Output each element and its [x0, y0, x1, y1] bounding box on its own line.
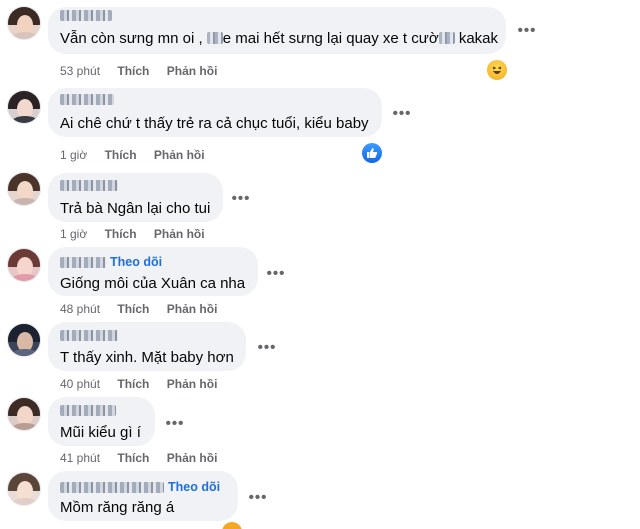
comment-text: T thấy xinh. Mặt baby hơn	[60, 349, 234, 366]
comment-time[interactable]: 48 phút	[60, 302, 100, 316]
comment-time[interactable]: 41 phút	[60, 451, 100, 465]
follow-link[interactable]: Theo dõi	[110, 255, 162, 269]
like-button[interactable]: Thích	[117, 451, 149, 465]
comment-time[interactable]: 1 giờ	[60, 227, 87, 241]
commenter-name[interactable]	[60, 94, 114, 105]
avatar[interactable]	[7, 6, 41, 40]
comment-meta: 1 giờ Thích Phản hồi	[60, 227, 219, 241]
comment-text: Ai chê chứ t thấy trẻ ra cả chục tuổi, k…	[60, 115, 369, 132]
comment-text: Mồm răng răng á	[60, 499, 175, 516]
like-button[interactable]: Thích	[117, 64, 149, 78]
more-options-icon[interactable]: •••	[244, 487, 272, 507]
commenter-name[interactable]	[60, 180, 118, 191]
avatar[interactable]	[7, 323, 41, 357]
avatar[interactable]	[7, 248, 41, 282]
more-options-icon[interactable]: •••	[262, 263, 290, 283]
comment-text: Trả bà Ngân lại cho tui	[60, 200, 211, 217]
avatar[interactable]	[7, 472, 41, 506]
comment-meta: 40 phút Thích Phản hồi	[60, 377, 231, 391]
reply-button[interactable]: Phản hồi	[154, 148, 205, 162]
more-options-icon[interactable]: •••	[227, 188, 255, 208]
comment-text: Vẫn còn sưng mn oi , e mai hết sưng lại …	[60, 30, 499, 47]
comment-meta: 48 phút Thích Phản hồi	[60, 302, 231, 316]
comment-time[interactable]: 40 phút	[60, 377, 100, 391]
reply-button[interactable]: Phản hồi	[167, 302, 218, 316]
commenter-name[interactable]: Theo dõi	[60, 480, 220, 494]
reply-button[interactable]: Phản hồi	[167, 64, 218, 78]
like-button[interactable]: Thích	[117, 302, 149, 316]
comment-meta: 53 phút Thích Phản hồi	[60, 64, 231, 78]
more-options-icon[interactable]: •••	[388, 103, 416, 123]
commenter-name[interactable]	[60, 330, 118, 341]
comment-time[interactable]: 1 giờ	[60, 148, 87, 162]
follow-link[interactable]: Theo dõi	[168, 480, 220, 494]
commenter-name[interactable]	[60, 405, 116, 416]
reaction-icon[interactable]	[222, 522, 242, 529]
reply-button[interactable]: Phản hồi	[167, 451, 218, 465]
more-options-icon[interactable]: •••	[253, 337, 281, 357]
comment-time[interactable]: 53 phút	[60, 64, 100, 78]
commenter-name[interactable]: Theo dõi	[60, 255, 162, 269]
avatar[interactable]	[7, 397, 41, 431]
comment-text: Mũi kiểu gì í	[60, 424, 141, 441]
avatar[interactable]	[7, 90, 41, 124]
like-button[interactable]: Thích	[117, 377, 149, 391]
comment-meta: 1 giờ Thích Phản hồi	[60, 148, 219, 162]
like-button[interactable]: Thích	[105, 148, 137, 162]
like-icon[interactable]	[362, 143, 382, 163]
haha-icon[interactable]	[487, 60, 507, 80]
reply-button[interactable]: Phản hồi	[154, 227, 205, 241]
comment-meta: 41 phút Thích Phản hồi	[60, 451, 231, 465]
reply-button[interactable]: Phản hồi	[167, 377, 218, 391]
more-options-icon[interactable]: •••	[513, 20, 541, 40]
comment-text: Giống môi của Xuân ca nha	[60, 275, 246, 292]
more-options-icon[interactable]: •••	[161, 413, 189, 433]
commenter-name[interactable]	[60, 10, 112, 21]
like-button[interactable]: Thích	[105, 227, 137, 241]
avatar[interactable]	[7, 172, 41, 206]
